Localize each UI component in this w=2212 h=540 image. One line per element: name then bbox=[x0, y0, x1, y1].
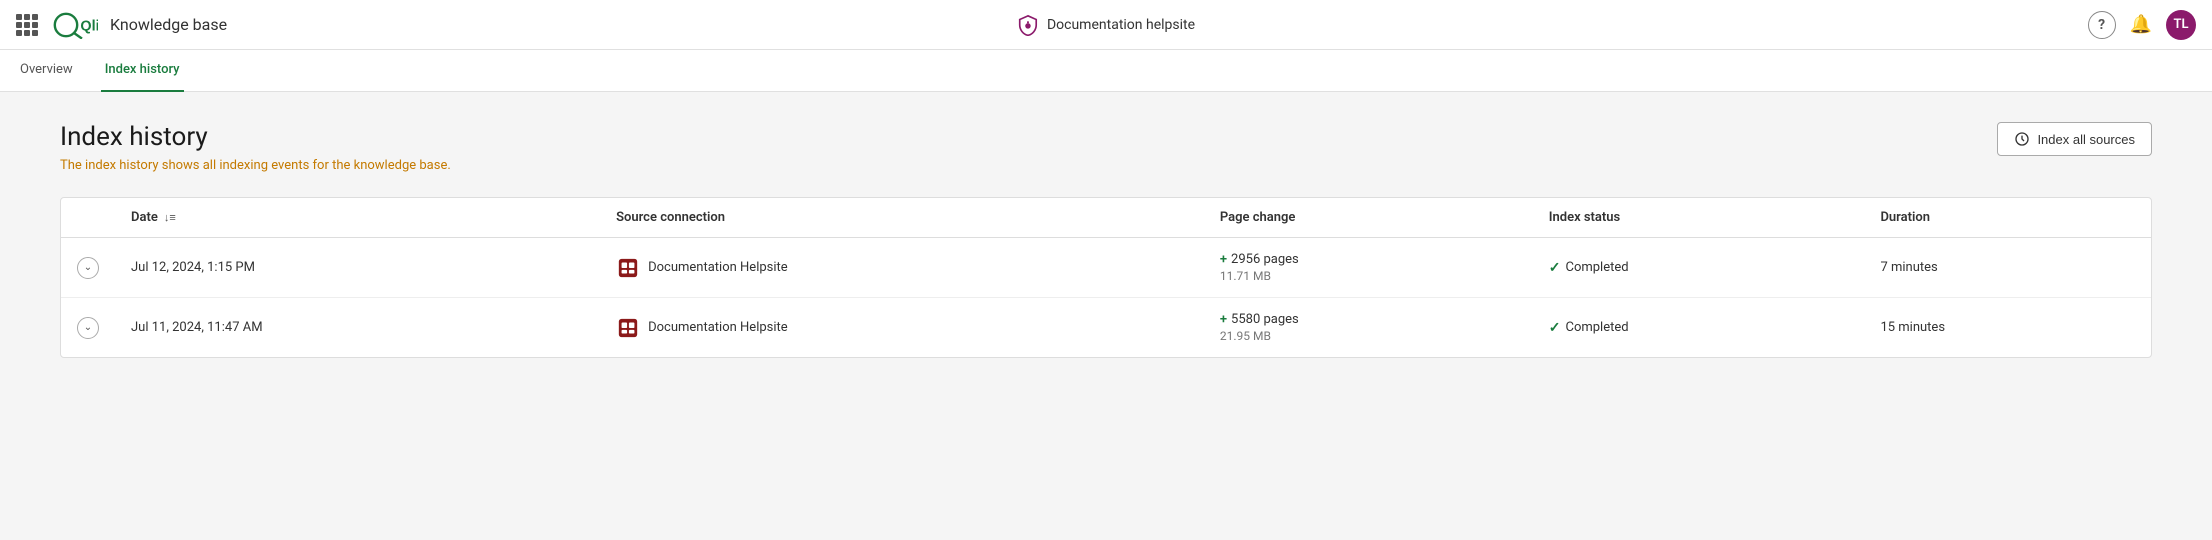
page-subtitle: The index history shows all indexing eve… bbox=[60, 158, 451, 173]
qlik-logo[interactable]: Qlik bbox=[50, 11, 98, 39]
source-icon-box bbox=[616, 256, 640, 280]
page-change-count: 2956 pages bbox=[1231, 252, 1299, 267]
page-change-size: 21.95 MB bbox=[1220, 329, 1517, 343]
page-change-prefix: + bbox=[1220, 252, 1227, 267]
refresh-icon bbox=[2014, 131, 2030, 147]
tab-overview[interactable]: Overview bbox=[16, 50, 77, 92]
page-change-cell: + 2956 pages 11.71 MB bbox=[1204, 238, 1533, 298]
th-source-connection: Source connection bbox=[600, 198, 1204, 238]
table-header-row: Date ↓≡ Source connection Page change In… bbox=[61, 198, 2151, 238]
status-cell: ✓ Completed bbox=[1533, 238, 1865, 298]
source-icon-box bbox=[616, 316, 640, 340]
table-row: ⌄ Jul 12, 2024, 1:15 PM Documentation He… bbox=[61, 238, 2151, 298]
th-duration: Duration bbox=[1864, 198, 2151, 238]
page-change-cell: + 5580 pages 21.95 MB bbox=[1204, 298, 1533, 358]
expand-button[interactable]: ⌄ bbox=[77, 317, 99, 339]
index-all-label: Index all sources bbox=[2037, 132, 2135, 147]
navbar-center: Documentation helpsite bbox=[1017, 14, 1195, 36]
expand-cell: ⌄ bbox=[61, 238, 115, 298]
source-cell: Documentation Helpsite bbox=[600, 238, 1204, 298]
help-button[interactable]: ? bbox=[2088, 11, 2116, 39]
tab-index-history[interactable]: Index history bbox=[101, 50, 184, 92]
source-name: Documentation Helpsite bbox=[648, 260, 788, 275]
index-all-sources-button[interactable]: Index all sources bbox=[1997, 122, 2152, 156]
page-change-size: 11.71 MB bbox=[1220, 269, 1517, 283]
page-change-count: 5580 pages bbox=[1231, 312, 1299, 327]
check-icon: ✓ bbox=[1549, 320, 1561, 336]
page-header: Index history The index history shows al… bbox=[60, 122, 2152, 173]
navbar: Qlik Knowledge base Documentation helpsi… bbox=[0, 0, 2212, 50]
expand-cell: ⌄ bbox=[61, 298, 115, 358]
sort-icon: ↓≡ bbox=[164, 211, 176, 224]
source-icon bbox=[617, 317, 639, 339]
date-cell: Jul 11, 2024, 11:47 AM bbox=[115, 298, 600, 358]
center-label: Documentation helpsite bbox=[1047, 17, 1195, 33]
page-header-text: Index history The index history shows al… bbox=[60, 122, 451, 173]
status-label: Completed bbox=[1565, 320, 1628, 335]
subnav: Overview Index history bbox=[0, 50, 2212, 92]
check-icon: ✓ bbox=[1549, 260, 1561, 276]
user-avatar[interactable]: TL bbox=[2166, 10, 2196, 40]
app-title: Knowledge base bbox=[110, 15, 227, 34]
main-content: Index history The index history shows al… bbox=[0, 92, 2212, 540]
navbar-right: ? 🔔 TL bbox=[2088, 10, 2196, 40]
page-title: Index history bbox=[60, 122, 451, 152]
notification-bell-icon[interactable]: 🔔 bbox=[2130, 14, 2152, 35]
shield-icon bbox=[1017, 14, 1039, 36]
source-name: Documentation Helpsite bbox=[648, 320, 788, 335]
status-label: Completed bbox=[1565, 260, 1628, 275]
th-index-status: Index status bbox=[1533, 198, 1865, 238]
svg-text:Qlik: Qlik bbox=[80, 18, 98, 34]
source-cell: Documentation Helpsite bbox=[600, 298, 1204, 358]
th-date[interactable]: Date ↓≡ bbox=[115, 198, 600, 238]
index-history-table: Date ↓≡ Source connection Page change In… bbox=[60, 197, 2152, 358]
grid-icon[interactable] bbox=[16, 14, 38, 36]
table-row: ⌄ Jul 11, 2024, 11:47 AM Documentation H… bbox=[61, 298, 2151, 358]
th-expand bbox=[61, 198, 115, 238]
duration-cell: 7 minutes bbox=[1864, 238, 2151, 298]
status-cell: ✓ Completed bbox=[1533, 298, 1865, 358]
expand-button[interactable]: ⌄ bbox=[77, 257, 99, 279]
source-icon bbox=[617, 257, 639, 279]
page-change-prefix: + bbox=[1220, 312, 1227, 327]
date-cell: Jul 12, 2024, 1:15 PM bbox=[115, 238, 600, 298]
th-page-change: Page change bbox=[1204, 198, 1533, 238]
duration-cell: 15 minutes bbox=[1864, 298, 2151, 358]
